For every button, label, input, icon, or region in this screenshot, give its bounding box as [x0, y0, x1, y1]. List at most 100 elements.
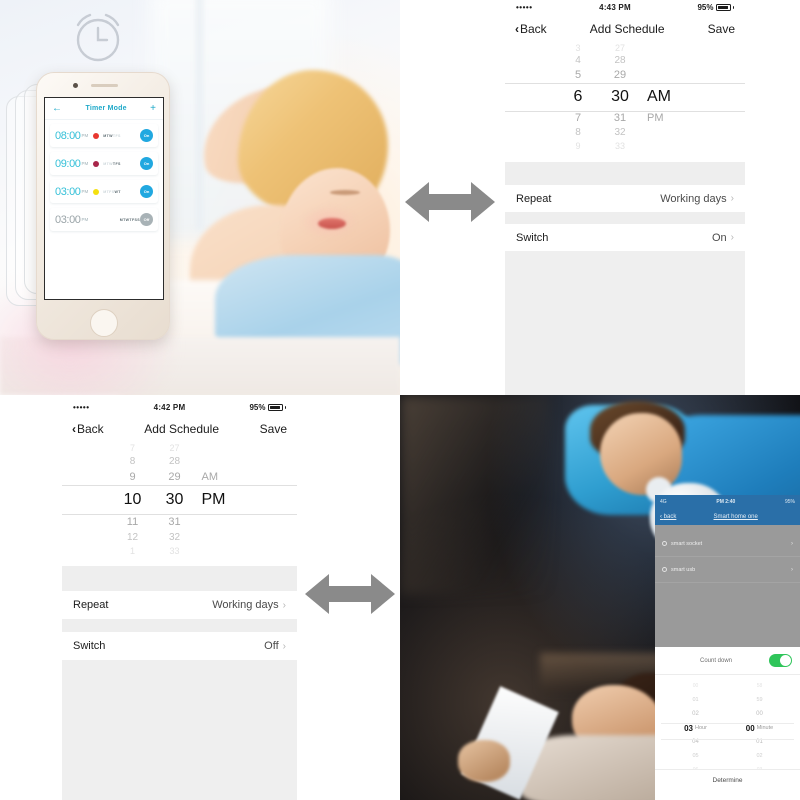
hour-option[interactable]: 01: [673, 693, 719, 707]
alarm-row[interactable]: 03:00 PM MTWTFSS Off: [50, 208, 158, 231]
alarm-toggle[interactable]: On: [140, 157, 153, 170]
determine-button[interactable]: Determine: [655, 769, 800, 791]
save-button[interactable]: Save: [708, 22, 735, 36]
meridiem-selected[interactable]: AM: [647, 83, 693, 111]
hour-option[interactable]: 06: [673, 763, 719, 769]
minute-option[interactable]: 02: [737, 749, 783, 763]
toggle-knob: [780, 655, 791, 666]
hour-option[interactable]: 7: [557, 111, 599, 126]
minute-option[interactable]: 32: [154, 530, 196, 545]
alarm-color-dot: [93, 132, 100, 139]
hour-option[interactable]: 11: [112, 514, 154, 530]
hour-column[interactable]: 3 4 5 6 7 8 9: [557, 42, 599, 152]
time-picker[interactable]: 7 8 9 10 11 12 1 27 28 29 30 31 32 33 AM…: [62, 442, 297, 566]
hour-option[interactable]: 00: [673, 679, 719, 693]
alarm-toggle[interactable]: On: [140, 185, 153, 198]
minute-option[interactable]: 28: [154, 454, 196, 469]
double-arrow-horizontal-icon: [305, 570, 395, 618]
chevron-left-icon: ‹: [72, 421, 76, 436]
minute-option[interactable]: 27: [154, 442, 196, 454]
minute-option[interactable]: 59: [737, 693, 783, 707]
alarm-row[interactable]: 08:00 PM MTWTFS On: [50, 124, 158, 147]
content-filler: [62, 660, 297, 800]
minute-option[interactable]: 58: [737, 679, 783, 693]
alarm-row[interactable]: 09:00 PM MTWTFS On: [50, 152, 158, 175]
radio-icon[interactable]: [662, 541, 667, 546]
meridiem-column[interactable]: AM PM: [196, 442, 248, 557]
hour-option[interactable]: 05: [673, 749, 719, 763]
meridiem-option[interactable]: PM: [647, 111, 693, 126]
back-button[interactable]: ‹ Back: [515, 22, 547, 36]
meridiem-selected[interactable]: PM: [202, 485, 248, 514]
hour-option[interactable]: 04: [673, 735, 719, 749]
alarm-ampm: PM: [81, 189, 89, 194]
hour-option[interactable]: 3: [557, 42, 599, 54]
hour-option[interactable]: 9: [557, 140, 599, 152]
minute-option[interactable]: 00: [737, 707, 783, 721]
meridiem-option[interactable]: [202, 514, 248, 530]
hour-column[interactable]: 7 8 9 10 11 12 1: [112, 442, 154, 557]
hour-option[interactable]: 9: [112, 469, 154, 485]
minute-option[interactable]: 31: [599, 111, 641, 126]
hour-option[interactable]: 8: [557, 126, 599, 140]
time-picker[interactable]: 3 4 5 6 7 8 9 27 28 29 30 31 32 33 AM PM: [505, 42, 745, 162]
alarm-row[interactable]: 03:00 PM MTFSWT On: [50, 180, 158, 203]
countdown-toggle[interactable]: [769, 654, 792, 667]
hour-option[interactable]: 1: [112, 545, 154, 557]
minute-column[interactable]: 27 28 29 30 31 32 33: [154, 442, 196, 557]
minute-option[interactable]: 27: [599, 42, 641, 54]
repeat-row[interactable]: Repeat Working days ›: [62, 591, 297, 619]
hour-option[interactable]: 12: [112, 530, 154, 545]
minute-option[interactable]: 33: [599, 140, 641, 152]
minute-option[interactable]: 03: [737, 763, 783, 769]
radio-icon[interactable]: [662, 567, 667, 572]
list-item[interactable]: smart usb ›: [655, 557, 800, 583]
hour-selected[interactable]: 6: [557, 83, 599, 111]
alarm-ampm: PM: [81, 217, 89, 222]
list-item[interactable]: smart socket ›: [655, 531, 800, 557]
minute-selected[interactable]: 30: [599, 83, 641, 111]
hour-column[interactable]: 00 01 02 03 Hour 04 05 06: [673, 679, 719, 769]
minute-option[interactable]: 29: [154, 469, 196, 485]
back-arrow-icon[interactable]: ←: [52, 103, 62, 114]
meridiem-option[interactable]: [647, 68, 693, 83]
hour-option[interactable]: 5: [557, 68, 599, 83]
switch-row[interactable]: Switch Off ›: [62, 632, 297, 660]
repeat-row[interactable]: Repeat Working days ›: [505, 185, 745, 212]
minute-option[interactable]: 32: [599, 126, 641, 140]
back-button[interactable]: ‹ Back: [72, 422, 104, 436]
hour-option[interactable]: 02: [673, 707, 719, 721]
hour-unit-label: Hour: [694, 725, 707, 731]
chevron-right-icon: ›: [282, 599, 286, 611]
hour-option[interactable]: 4: [557, 54, 599, 68]
hour-option[interactable]: 7: [112, 442, 154, 454]
minute-option[interactable]: 31: [154, 514, 196, 530]
back-label: back: [663, 513, 677, 520]
home-button[interactable]: [90, 309, 118, 337]
page-title: Add Schedule: [144, 421, 220, 436]
alarm-toggle[interactable]: On: [140, 129, 153, 142]
chevron-right-icon: ›: [791, 566, 793, 573]
plus-icon[interactable]: +: [150, 103, 156, 114]
meridiem-option[interactable]: AM: [202, 469, 248, 485]
save-button[interactable]: Save: [260, 422, 287, 436]
alarm-toggle[interactable]: Off: [140, 213, 153, 226]
hour-selected[interactable]: 10: [112, 485, 154, 514]
panel-bottom-right: 4G PM 2:40 95% ‹ back Smart home one sma…: [400, 395, 800, 800]
minute-selected[interactable]: 30: [154, 485, 196, 514]
minute-option[interactable]: 33: [154, 545, 196, 557]
device-label: smart socket: [671, 540, 703, 547]
minute-column[interactable]: 27 28 29 30 31 32 33: [599, 42, 641, 152]
meridiem-spacer: [647, 126, 693, 140]
hour-option[interactable]: 8: [112, 454, 154, 469]
app-title: Timer Mode: [85, 105, 127, 112]
minute-option[interactable]: 28: [599, 54, 641, 68]
minute-option[interactable]: 01: [737, 735, 783, 749]
back-button[interactable]: ‹ back: [660, 514, 676, 520]
switch-row[interactable]: Switch On ›: [505, 224, 745, 251]
chevron-right-icon: ›: [730, 193, 734, 204]
meridiem-column[interactable]: AM PM: [641, 42, 693, 152]
minute-column[interactable]: 58 59 00 00 Minute 01 02 03: [737, 679, 783, 769]
countdown-picker[interactable]: 00 01 02 03 Hour 04 05 06 58: [655, 675, 800, 769]
minute-option[interactable]: 29: [599, 68, 641, 83]
